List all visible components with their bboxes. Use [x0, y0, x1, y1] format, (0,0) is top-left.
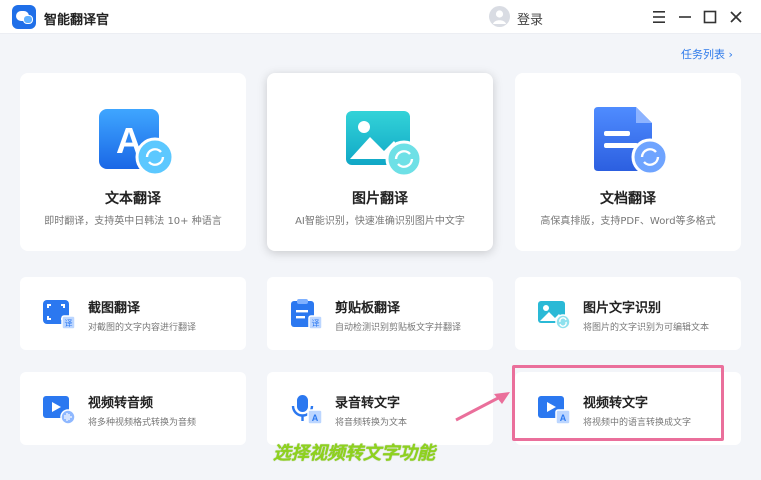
card-title: 图片翻译 — [352, 191, 408, 207]
card-title: 剪贴板翻译 — [335, 301, 401, 316]
image-translate-icon — [344, 107, 424, 179]
user-avatar-icon[interactable] — [489, 6, 510, 27]
clipboard-translate-icon: 译 — [289, 298, 323, 330]
pointer-arrow-icon — [455, 392, 510, 422]
card-description: AI智能识别，快速准确识别图片中文字 — [295, 216, 465, 227]
annotation-label: 选择视频转文字功能 — [273, 443, 435, 464]
image-ocr-icon — [537, 298, 571, 330]
card-title: 图片文字识别 — [583, 301, 662, 316]
card-title: 文本翻译 — [105, 191, 161, 207]
svg-text:译: 译 — [312, 319, 320, 328]
screenshot-translate-icon: 译 — [42, 298, 76, 330]
maximize-icon[interactable] — [700, 7, 720, 27]
title-bar: 智能翻译官 登录 — [0, 0, 761, 34]
app-logo-icon — [12, 5, 36, 29]
close-icon[interactable] — [726, 7, 746, 27]
video-to-audio-icon — [42, 393, 76, 425]
svg-text:译: 译 — [65, 319, 73, 328]
screenshot-translate-card[interactable]: 译 截图翻译 对截图的文字内容进行翻译 — [20, 277, 246, 350]
text-translate-card[interactable]: A 文本翻译 即时翻译，支持英中日韩法 10+ 种语言 — [20, 73, 246, 251]
card-description: 对截图的文字内容进行翻译 — [88, 323, 197, 333]
minimize-icon[interactable] — [675, 7, 695, 27]
task-list-link[interactable]: 任务列表 › — [681, 46, 733, 62]
card-description: 将多种视频格式转换为音频 — [88, 418, 197, 428]
card-title: 截图翻译 — [88, 301, 141, 316]
audio-to-text-icon: A — [289, 393, 323, 425]
image-ocr-card[interactable]: 图片文字识别 将图片的文字识别为可编辑文本 — [515, 277, 741, 350]
card-description: 将图片的文字识别为可编辑文本 — [583, 323, 710, 333]
document-translate-icon — [592, 107, 672, 179]
video-to-audio-card[interactable]: 视频转音频 将多种视频格式转换为音频 — [20, 372, 246, 445]
app-title: 智能翻译官 — [44, 13, 110, 28]
document-translate-card[interactable]: 文档翻译 高保真排版，支持PDF、Word等多格式 — [515, 73, 741, 251]
image-translate-card[interactable]: 图片翻译 AI智能识别，快速准确识别图片中文字 — [267, 73, 493, 251]
card-description: 即时翻译，支持英中日韩法 10+ 种语言 — [44, 216, 222, 227]
card-description: 将视频中的语言转换成文字 — [583, 418, 692, 428]
card-description: 高保真排版，支持PDF、Word等多格式 — [540, 216, 716, 227]
menu-icon[interactable] — [649, 7, 669, 27]
video-to-text-icon: A — [537, 393, 571, 425]
card-description: 将音频转换为文本 — [335, 418, 408, 428]
card-title: 录音转文字 — [335, 396, 401, 411]
text-translate-icon: A — [97, 107, 177, 179]
video-to-text-card[interactable]: A 视频转文字 将视频中的语言转换成文字 — [515, 372, 741, 445]
svg-text:A: A — [560, 413, 567, 423]
card-title: 视频转音频 — [88, 396, 154, 411]
clipboard-translate-card[interactable]: 译 剪贴板翻译 自动检测识别剪贴板文字并翻译 — [267, 277, 493, 350]
card-title: 文档翻译 — [600, 191, 656, 207]
login-button[interactable]: 登录 — [517, 9, 543, 28]
card-title: 视频转文字 — [583, 396, 649, 411]
svg-text:A: A — [312, 413, 319, 423]
card-description: 自动检测识别剪贴板文字并翻译 — [335, 323, 462, 333]
